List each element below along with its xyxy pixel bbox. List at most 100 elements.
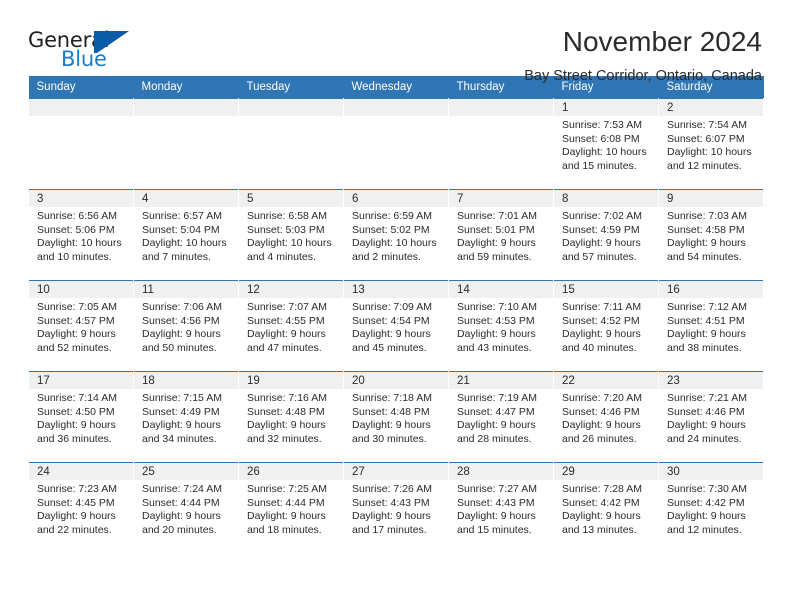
calendar-week-row: 24 Sunrise: 7:23 AM Sunset: 4:45 PM Dayligh… bbox=[28, 462, 764, 553]
daylight-text-line2: and 17 minutes. bbox=[352, 523, 427, 536]
day-number bbox=[449, 99, 553, 116]
sunset-text: Sunset: 4:54 PM bbox=[352, 314, 430, 327]
calendar-day-cell[interactable]: 26 Sunrise: 7:25 AM Sunset: 4:44 PM Dayligh… bbox=[238, 462, 344, 553]
daylight-text-line1: Daylight: 9 hours bbox=[37, 419, 116, 432]
calendar-day-cell[interactable]: 2 Sunrise: 7:54 AM Sunset: 6:07 PM Daylight… bbox=[658, 98, 764, 190]
day-cell-inner: 2 Sunrise: 7:54 AM Sunset: 6:07 PM Daylight… bbox=[659, 99, 763, 189]
daylight-text-line2: and 32 minutes. bbox=[247, 432, 322, 445]
calendar-day-cell[interactable]: 7 Sunrise: 7:01 AM Sunset: 5:01 PM Daylight… bbox=[448, 189, 554, 281]
day-number: 4 bbox=[134, 190, 238, 207]
day-number bbox=[134, 99, 238, 116]
calendar-day-cell[interactable]: 28 Sunrise: 7:27 AM Sunset: 4:43 PM Dayligh… bbox=[448, 462, 554, 553]
sunset-text: Sunset: 4:50 PM bbox=[37, 405, 115, 418]
brand-logo[interactable]: General Blue bbox=[28, 26, 148, 74]
calendar-day-cell[interactable]: 3 Sunrise: 6:56 AM Sunset: 5:06 PM Daylight… bbox=[28, 189, 134, 281]
daylight-text-line2: and 47 minutes. bbox=[247, 341, 322, 354]
sunset-text: Sunset: 4:44 PM bbox=[142, 496, 220, 509]
sunrise-text: Sunrise: 7:23 AM bbox=[37, 483, 117, 495]
day-number: 2 bbox=[659, 99, 763, 116]
calendar-day-cell[interactable]: 8 Sunrise: 7:02 AM Sunset: 4:59 PM Daylight… bbox=[553, 189, 659, 281]
calendar-day-cell[interactable]: 19 Sunrise: 7:16 AM Sunset: 4:48 PM Dayligh… bbox=[238, 371, 344, 463]
day-number: 17 bbox=[29, 372, 133, 389]
daylight-text-line1: Daylight: 10 hours bbox=[142, 237, 227, 250]
calendar-day-cell[interactable]: 15 Sunrise: 7:11 AM Sunset: 4:52 PM Dayligh… bbox=[553, 280, 659, 372]
daylight-text-line1: Daylight: 9 hours bbox=[352, 510, 431, 523]
day-cell-details: Sunrise: 7:26 AM Sunset: 4:43 PM Daylight:… bbox=[344, 480, 448, 537]
day-cell-details: Sunrise: 7:28 AM Sunset: 4:42 PM Daylight:… bbox=[554, 480, 658, 537]
day-cell-details: Sunrise: 6:57 AM Sunset: 5:04 PM Daylight:… bbox=[134, 207, 238, 264]
daylight-text-line1: Daylight: 9 hours bbox=[247, 419, 326, 432]
calendar-day-cell-empty bbox=[133, 98, 239, 190]
calendar-day-cell[interactable]: 29 Sunrise: 7:28 AM Sunset: 4:42 PM Dayligh… bbox=[553, 462, 659, 553]
daylight-text-line2: and 12 minutes. bbox=[667, 159, 742, 172]
calendar-day-cell[interactable]: 27 Sunrise: 7:26 AM Sunset: 4:43 PM Dayligh… bbox=[343, 462, 449, 553]
sunrise-text: Sunrise: 7:21 AM bbox=[667, 392, 747, 404]
calendar-day-cell[interactable]: 12 Sunrise: 7:07 AM Sunset: 4:55 PM Dayligh… bbox=[238, 280, 344, 372]
calendar-day-cell-empty bbox=[28, 98, 134, 190]
day-cell-inner: 23 Sunrise: 7:21 AM Sunset: 4:46 PM Dayligh… bbox=[659, 372, 763, 462]
calendar-day-cell[interactable]: 30 Sunrise: 7:30 AM Sunset: 4:42 PM Dayligh… bbox=[658, 462, 764, 553]
day-number: 30 bbox=[659, 463, 763, 480]
daylight-text-line1: Daylight: 9 hours bbox=[562, 419, 641, 432]
calendar-day-cell[interactable]: 4 Sunrise: 6:57 AM Sunset: 5:04 PM Daylight… bbox=[133, 189, 239, 281]
calendar-day-cell[interactable]: 9 Sunrise: 7:03 AM Sunset: 4:58 PM Daylight… bbox=[658, 189, 764, 281]
daylight-text-line2: and 15 minutes. bbox=[562, 159, 637, 172]
calendar-day-cell[interactable]: 25 Sunrise: 7:24 AM Sunset: 4:44 PM Dayligh… bbox=[133, 462, 239, 553]
sunset-text: Sunset: 4:57 PM bbox=[37, 314, 115, 327]
day-number bbox=[344, 99, 448, 116]
daylight-text-line1: Daylight: 9 hours bbox=[142, 419, 221, 432]
sunrise-text: Sunrise: 6:59 AM bbox=[352, 210, 432, 222]
sunrise-text: Sunrise: 7:14 AM bbox=[37, 392, 117, 404]
day-cell-details: Sunrise: 7:09 AM Sunset: 4:54 PM Daylight:… bbox=[344, 298, 448, 355]
calendar-day-cell-empty bbox=[238, 98, 344, 190]
calendar-day-cell-empty bbox=[448, 98, 554, 190]
day-number: 29 bbox=[554, 463, 658, 480]
daylight-text-line2: and 34 minutes. bbox=[142, 432, 217, 445]
calendar-day-cell[interactable]: 24 Sunrise: 7:23 AM Sunset: 4:45 PM Dayligh… bbox=[28, 462, 134, 553]
daylight-text-line2: and 28 minutes. bbox=[457, 432, 532, 445]
calendar-day-cell-empty bbox=[343, 98, 449, 190]
sunrise-text: Sunrise: 7:53 AM bbox=[562, 119, 642, 131]
calendar-week-row: 1 Sunrise: 7:53 AM Sunset: 6:08 PM Daylight… bbox=[28, 98, 764, 190]
calendar-day-cell[interactable]: 17 Sunrise: 7:14 AM Sunset: 4:50 PM Dayligh… bbox=[28, 371, 134, 463]
sunrise-text: Sunrise: 6:57 AM bbox=[142, 210, 222, 222]
calendar-day-cell[interactable]: 23 Sunrise: 7:21 AM Sunset: 4:46 PM Dayligh… bbox=[658, 371, 764, 463]
sunrise-text: Sunrise: 7:06 AM bbox=[142, 301, 222, 313]
calendar-day-cell[interactable]: 11 Sunrise: 7:06 AM Sunset: 4:56 PM Dayligh… bbox=[133, 280, 239, 372]
calendar-day-cell[interactable]: 16 Sunrise: 7:12 AM Sunset: 4:51 PM Dayligh… bbox=[658, 280, 764, 372]
calendar-day-cell[interactable]: 20 Sunrise: 7:18 AM Sunset: 4:48 PM Dayligh… bbox=[343, 371, 449, 463]
day-number: 3 bbox=[29, 190, 133, 207]
day-cell-inner: 14 Sunrise: 7:10 AM Sunset: 4:53 PM Dayligh… bbox=[449, 281, 553, 371]
daylight-text-line2: and 18 minutes. bbox=[247, 523, 322, 536]
calendar-day-cell[interactable]: 10 Sunrise: 7:05 AM Sunset: 4:57 PM Dayligh… bbox=[28, 280, 134, 372]
day-cell-details: Sunrise: 7:24 AM Sunset: 4:44 PM Daylight:… bbox=[134, 480, 238, 537]
calendar-page: General Blue November 2024 Bay Street Co… bbox=[0, 0, 792, 612]
sunrise-text: Sunrise: 7:01 AM bbox=[457, 210, 537, 222]
daylight-text-line2: and 54 minutes. bbox=[667, 250, 742, 263]
calendar-day-cell[interactable]: 14 Sunrise: 7:10 AM Sunset: 4:53 PM Dayligh… bbox=[448, 280, 554, 372]
day-cell-details: Sunrise: 7:01 AM Sunset: 5:01 PM Daylight:… bbox=[449, 207, 553, 264]
sunset-text: Sunset: 4:51 PM bbox=[667, 314, 745, 327]
day-cell-inner: 6 Sunrise: 6:59 AM Sunset: 5:02 PM Daylight… bbox=[344, 190, 448, 280]
daylight-text-line1: Daylight: 9 hours bbox=[667, 419, 746, 432]
calendar-day-cell[interactable]: 5 Sunrise: 6:58 AM Sunset: 5:03 PM Daylight… bbox=[238, 189, 344, 281]
daylight-text-line2: and 10 minutes. bbox=[37, 250, 112, 263]
daylight-text-line2: and 36 minutes. bbox=[37, 432, 112, 445]
sunset-text: Sunset: 4:43 PM bbox=[352, 496, 430, 509]
sunset-text: Sunset: 5:01 PM bbox=[457, 223, 535, 236]
day-number bbox=[239, 99, 343, 116]
calendar-day-cell[interactable]: 1 Sunrise: 7:53 AM Sunset: 6:08 PM Daylight… bbox=[553, 98, 659, 190]
calendar-day-cell[interactable]: 18 Sunrise: 7:15 AM Sunset: 4:49 PM Dayligh… bbox=[133, 371, 239, 463]
sunrise-text: Sunrise: 7:10 AM bbox=[457, 301, 537, 313]
day-cell-details: Sunrise: 7:23 AM Sunset: 4:45 PM Daylight:… bbox=[29, 480, 133, 537]
daylight-text-line1: Daylight: 9 hours bbox=[457, 328, 536, 341]
daylight-text-line1: Daylight: 10 hours bbox=[37, 237, 122, 250]
calendar-day-cell[interactable]: 21 Sunrise: 7:19 AM Sunset: 4:47 PM Dayligh… bbox=[448, 371, 554, 463]
day-cell-inner: 8 Sunrise: 7:02 AM Sunset: 4:59 PM Daylight… bbox=[554, 190, 658, 280]
day-number: 22 bbox=[554, 372, 658, 389]
day-cell-details: Sunrise: 6:56 AM Sunset: 5:06 PM Daylight:… bbox=[29, 207, 133, 264]
day-cell-inner: 1 Sunrise: 7:53 AM Sunset: 6:08 PM Daylight… bbox=[554, 99, 658, 189]
calendar-day-cell[interactable]: 6 Sunrise: 6:59 AM Sunset: 5:02 PM Daylight… bbox=[343, 189, 449, 281]
calendar-day-cell[interactable]: 22 Sunrise: 7:20 AM Sunset: 4:46 PM Dayligh… bbox=[553, 371, 659, 463]
calendar-day-cell[interactable]: 13 Sunrise: 7:09 AM Sunset: 4:54 PM Dayligh… bbox=[343, 280, 449, 372]
